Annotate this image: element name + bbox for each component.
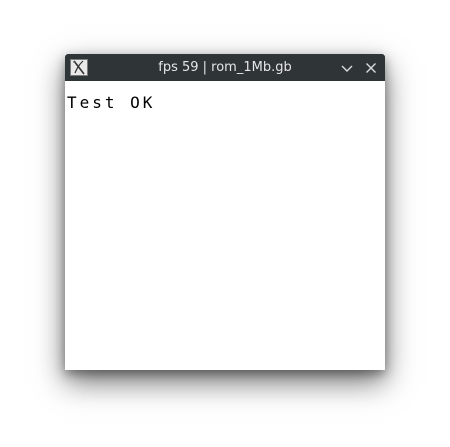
close-button[interactable]: [363, 60, 379, 76]
x-app-icon[interactable]: [70, 59, 88, 76]
desktop: fps 59 | rom_1Mb.gb Test OK: [0, 0, 450, 447]
window-title: fps 59 | rom_1Mb.gb: [158, 60, 292, 75]
chevron-down-icon: [341, 65, 353, 72]
close-icon: [366, 63, 376, 73]
screen-text: Test OK: [67, 93, 156, 112]
emulator-screen[interactable]: Test OK: [65, 81, 385, 370]
emulator-window: fps 59 | rom_1Mb.gb Test OK: [65, 54, 385, 370]
minimize-button[interactable]: [339, 60, 355, 76]
window-titlebar[interactable]: fps 59 | rom_1Mb.gb: [65, 54, 385, 81]
